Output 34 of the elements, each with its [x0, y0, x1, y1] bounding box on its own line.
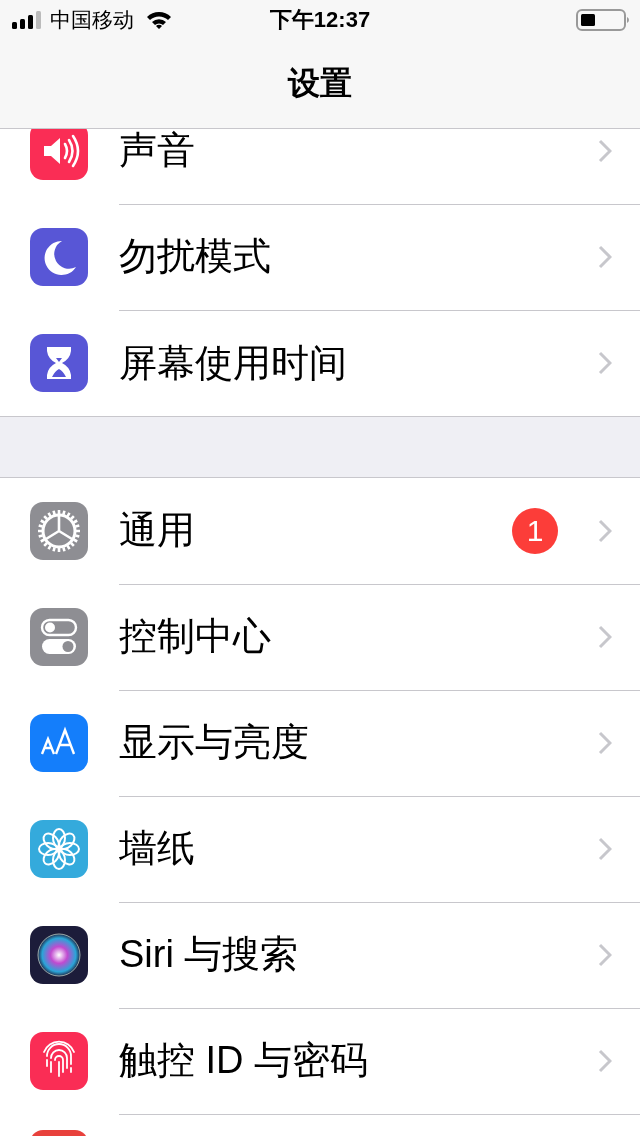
- carrier-name: 中国移动: [50, 7, 134, 33]
- row-label[interactable]: 显示与亮度: [119, 717, 598, 768]
- row-label[interactable]: 勿扰模式: [119, 231, 598, 282]
- clock-time: 下午12:37: [269, 6, 371, 34]
- row-label[interactable]: 墙纸: [119, 823, 598, 874]
- notification-badge: 1: [512, 507, 558, 554]
- chevron-icon: [598, 138, 612, 163]
- settings-icon[interactable]: [30, 502, 88, 560]
- chevron-icon: [598, 244, 612, 269]
- chevron-icon: [598, 518, 612, 543]
- row-label[interactable]: Siri 与搜索: [119, 929, 598, 980]
- toggle-icon[interactable]: [30, 608, 88, 666]
- row-label[interactable]: 通用: [119, 505, 512, 556]
- speaker-icon[interactable]: [30, 129, 88, 180]
- battery-icon: [576, 8, 630, 32]
- signal-icon: [12, 11, 44, 29]
- text-size-icon[interactable]: [30, 714, 88, 772]
- chevron-icon: [598, 624, 612, 649]
- chevron-icon: [598, 942, 612, 967]
- row-label[interactable]: 声音: [119, 129, 598, 176]
- hourglass-icon[interactable]: [30, 334, 88, 392]
- row-label[interactable]: 控制中心: [119, 611, 598, 662]
- chevron-icon: [598, 730, 612, 755]
- wifi-icon: [146, 10, 172, 30]
- orb-icon[interactable]: [30, 926, 88, 984]
- fingerprint-icon[interactable]: [30, 1032, 88, 1090]
- chevron-icon: [598, 836, 612, 861]
- row-label[interactable]: 触控 ID 与密码: [119, 1035, 598, 1086]
- page-title: 设置: [288, 64, 352, 103]
- row-label[interactable]: 屏幕使用时间: [119, 337, 598, 389]
- chevron-icon: [598, 351, 612, 375]
- flower-icon[interactable]: [30, 820, 88, 878]
- chevron-icon: [598, 1048, 612, 1073]
- moon-icon[interactable]: [30, 228, 88, 286]
